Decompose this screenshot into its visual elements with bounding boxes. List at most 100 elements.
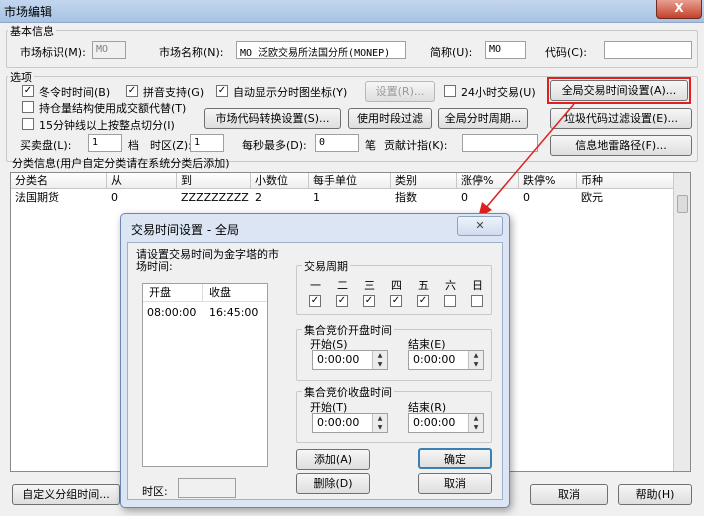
category-title: 分类信息(用户自定分类请在系统分类后添加) xyxy=(12,157,230,170)
trade-time-list[interactable]: 开盘 收盘 08:00:00 16:45:00 xyxy=(142,283,268,467)
col-header-currency[interactable]: 币种 xyxy=(577,173,675,189)
auto-coord-label: 自动显示分时图坐标(Y) xyxy=(233,86,348,99)
position-vol-label: 持仓量结构使用成交额代替(T) xyxy=(39,102,187,115)
per-second-label: 每秒最多(D): xyxy=(242,139,307,152)
spinner-arrows-icon[interactable]: ▲ ▼ xyxy=(372,351,387,369)
add-button[interactable]: 添加(A) xyxy=(296,449,370,470)
weekday-label: 五 xyxy=(418,279,429,292)
window-title-bar[interactable]: 市场编辑 xyxy=(0,0,704,23)
short-name-label: 简称(U): xyxy=(430,46,473,59)
code-field[interactable] xyxy=(604,41,692,59)
pinyin-label: 拼音支持(G) xyxy=(143,86,205,99)
col-header-from[interactable]: 从 xyxy=(107,173,177,189)
custom-group-time-button[interactable]: 自定义分组时间... xyxy=(12,484,120,505)
market-id-field[interactable]: MO xyxy=(92,41,126,59)
market-id-label: 市场标识(M): xyxy=(20,46,86,59)
dialog-title: 交易时间设置 - 全局 xyxy=(131,223,239,237)
close-start-time-value: 0:00:00 xyxy=(317,416,360,429)
per-second-unit: 笔 xyxy=(365,139,376,152)
list-header-close[interactable]: 收盘 xyxy=(203,284,267,302)
table-row-cell[interactable]: 1 xyxy=(309,190,320,206)
weekday-label: 二 xyxy=(337,279,348,292)
weekday-checkbox-tue[interactable]: ✓ xyxy=(336,295,348,307)
timezone-field[interactable]: 1 xyxy=(190,134,224,152)
close-start-time-input[interactable]: 0:00:00 ▲ ▼ xyxy=(312,413,388,433)
weekday-label: 三 xyxy=(364,279,375,292)
short-name-field[interactable]: MO xyxy=(485,41,526,59)
delete-button[interactable]: 删除(D) xyxy=(296,473,370,494)
table-row-cell[interactable]: 2 xyxy=(251,190,262,206)
position-vol-checkbox[interactable] xyxy=(22,101,34,113)
auto-coord-checkbox[interactable]: ✓ xyxy=(216,85,228,97)
annotation-arrow xyxy=(478,103,575,218)
list-item[interactable]: 16:45:00 xyxy=(209,306,258,319)
arrow-line xyxy=(483,103,575,211)
grid-vertical-scrollbar[interactable] xyxy=(673,173,690,471)
spinner-arrows-icon[interactable]: ▲ ▼ xyxy=(372,414,387,432)
close-end-time-value: 0:00:00 xyxy=(413,416,456,429)
code-convert-button[interactable]: 市场代码转换设置(S)... xyxy=(204,108,341,129)
help-button[interactable]: 帮助(H) xyxy=(618,484,692,505)
col-header-type[interactable]: 类别 xyxy=(391,173,457,189)
close-end-time-input[interactable]: 0:00:00 ▲ ▼ xyxy=(408,413,484,433)
weekday-checkbox-mon[interactable]: ✓ xyxy=(309,295,321,307)
bidask-field[interactable]: 1 xyxy=(88,134,122,152)
bidask-label: 买卖盘(L): xyxy=(20,139,72,152)
weekday-label: 四 xyxy=(391,279,402,292)
list-header-open[interactable]: 开盘 xyxy=(143,284,203,302)
open-end-time-value: 0:00:00 xyxy=(413,353,456,366)
market-name-field[interactable]: MO 泛欧交易所法国分所(MONEP) xyxy=(236,41,406,59)
window-title: 市场编辑 xyxy=(4,5,53,19)
window-close-button[interactable]: X xyxy=(656,0,702,19)
dst-checkbox[interactable]: ✓ xyxy=(22,85,34,97)
weekday-checkbox-thu[interactable]: ✓ xyxy=(390,295,402,307)
dialog-timezone-field[interactable] xyxy=(178,478,236,498)
table-row-cell[interactable]: 0 xyxy=(107,190,118,206)
weekday-label: 六 xyxy=(445,279,456,292)
min15-checkbox[interactable] xyxy=(22,118,34,130)
col-header-name[interactable]: 分类名 xyxy=(11,173,107,189)
basic-info-title: 基本信息 xyxy=(8,23,56,39)
confirm-button[interactable]: 确定 xyxy=(418,448,492,469)
table-row-cell[interactable]: ZZZZZZZZZ xyxy=(177,190,249,206)
weekday-checkbox-wed[interactable]: ✓ xyxy=(363,295,375,307)
weekday-checkbox-sun[interactable] xyxy=(471,295,483,307)
spinner-arrows-icon[interactable]: ▲ ▼ xyxy=(468,351,483,369)
main-cancel-button[interactable]: 取消 xyxy=(530,484,608,505)
bidask-unit: 档 xyxy=(128,139,139,152)
dialog-close-button[interactable]: ✕ xyxy=(457,216,503,236)
weekday-checkbox-sat[interactable] xyxy=(444,295,456,307)
col-header-to[interactable]: 到 xyxy=(177,173,251,189)
open-end-time-input[interactable]: 0:00:00 ▲ ▼ xyxy=(408,350,484,370)
dialog-cancel-button[interactable]: 取消 xyxy=(418,473,492,494)
dialog-body: 请设置交易时间为金字塔的市场时间: 开盘 收盘 08:00:00 16:45:0… xyxy=(127,242,503,500)
settings-button[interactable]: 设置(R)... xyxy=(365,81,435,102)
market-name-label: 市场名称(N): xyxy=(159,46,224,59)
session-filter-button[interactable]: 使用时段过滤 xyxy=(348,108,432,129)
trade24-checkbox[interactable] xyxy=(444,85,456,97)
table-row-cell[interactable]: 法国期货 xyxy=(11,190,59,206)
table-row-cell[interactable]: 欧元 xyxy=(577,190,603,206)
table-row-cell[interactable]: 指数 xyxy=(391,190,417,206)
trade-time-dialog[interactable]: 交易时间设置 - 全局 ✕ 请设置交易时间为金字塔的市场时间: 开盘 收盘 08… xyxy=(120,213,510,508)
weekday-checkbox-fri[interactable]: ✓ xyxy=(417,295,429,307)
open-start-time-input[interactable]: 0:00:00 ▲ ▼ xyxy=(312,350,388,370)
per-second-field[interactable]: 0 xyxy=(315,134,359,152)
col-header-decimals[interactable]: 小数位 xyxy=(251,173,309,189)
table-row-cell[interactable]: 0 xyxy=(457,190,468,206)
weekday-label: 一 xyxy=(310,279,321,292)
list-item[interactable]: 08:00:00 xyxy=(147,306,196,319)
code-label: 代码(C): xyxy=(545,46,587,59)
open-start-time-value: 0:00:00 xyxy=(317,353,360,366)
pinyin-checkbox[interactable]: ✓ xyxy=(126,85,138,97)
spinner-arrows-icon[interactable]: ▲ ▼ xyxy=(468,414,483,432)
weekday-label: 日 xyxy=(472,279,483,292)
scroll-thumb[interactable] xyxy=(677,195,688,213)
close-auction-title: 集合竞价收盘时间 xyxy=(302,384,394,400)
dialog-instruction: 请设置交易时间为金字塔的市场时间: xyxy=(136,248,279,273)
contribution-label: 贡献计指(K): xyxy=(384,139,448,152)
options-title: 选项 xyxy=(8,69,34,85)
dst-label: 冬令时时间(B) xyxy=(39,86,111,99)
col-header-lot[interactable]: 每手单位 xyxy=(309,173,391,189)
trade-period-title: 交易周期 xyxy=(302,258,350,274)
